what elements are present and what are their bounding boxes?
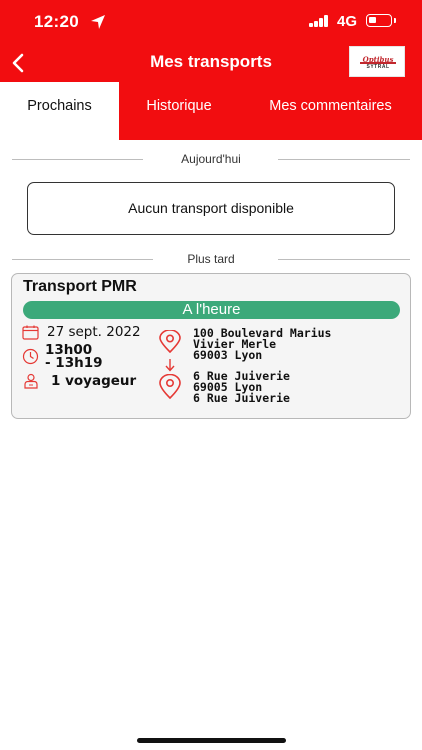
destination-address-line3: 6 Rue Juiverie <box>193 391 290 405</box>
calendar-icon <box>22 325 39 340</box>
transport-time-end: - 13h19 <box>45 355 103 371</box>
network-type: 4G <box>337 13 358 30</box>
destination-address: 6 Rue Juiverie 69005 Lyon 6 Rue Juiverie <box>193 370 290 405</box>
origin-address: 100 Boulevard Marius Vivier Merle 69003 … <box>193 327 331 362</box>
brand-logo: Optibus SYTRAL <box>349 46 405 77</box>
tab-historique[interactable]: Historique <box>119 82 239 140</box>
signal-bars-icon <box>309 15 329 27</box>
status-bar: 12:20 4G <box>0 0 422 44</box>
transport-passengers: 1 voyageur <box>51 373 137 389</box>
nav-bar: Mes transports Optibus SYTRAL <box>0 44 422 82</box>
section-divider-later: Plus tard <box>12 252 410 266</box>
transport-date: 27 sept. 2022 <box>47 324 141 340</box>
status-time: 12:20 <box>34 12 79 31</box>
status-badge: A l'heure <box>23 301 400 319</box>
passenger-icon <box>24 373 38 389</box>
clock-icon <box>22 348 39 365</box>
section-divider-today: Aujourd'hui <box>12 152 410 166</box>
tab-bar: Prochains Historique Mes commentaires <box>0 82 422 140</box>
transport-card[interactable]: Transport PMR A l'heure 27 sept. 2022 13… <box>11 273 411 419</box>
home-indicator[interactable] <box>137 738 286 743</box>
origin-address-line3: 69003 Lyon <box>193 348 263 362</box>
empty-message: Aucun transport disponible <box>27 182 395 235</box>
battery-level <box>369 17 376 23</box>
origin-pin-icon <box>159 330 181 354</box>
arrow-down-icon <box>165 359 175 372</box>
battery-icon <box>366 14 396 27</box>
tab-prochains[interactable]: Prochains <box>0 82 119 140</box>
logo-subtext: SYTRAL <box>366 64 390 70</box>
tab-mes-commentaires[interactable]: Mes commentaires <box>239 82 422 140</box>
destination-pin-icon <box>159 374 181 400</box>
transport-title: Transport PMR <box>23 278 137 295</box>
location-arrow-icon <box>91 15 105 29</box>
